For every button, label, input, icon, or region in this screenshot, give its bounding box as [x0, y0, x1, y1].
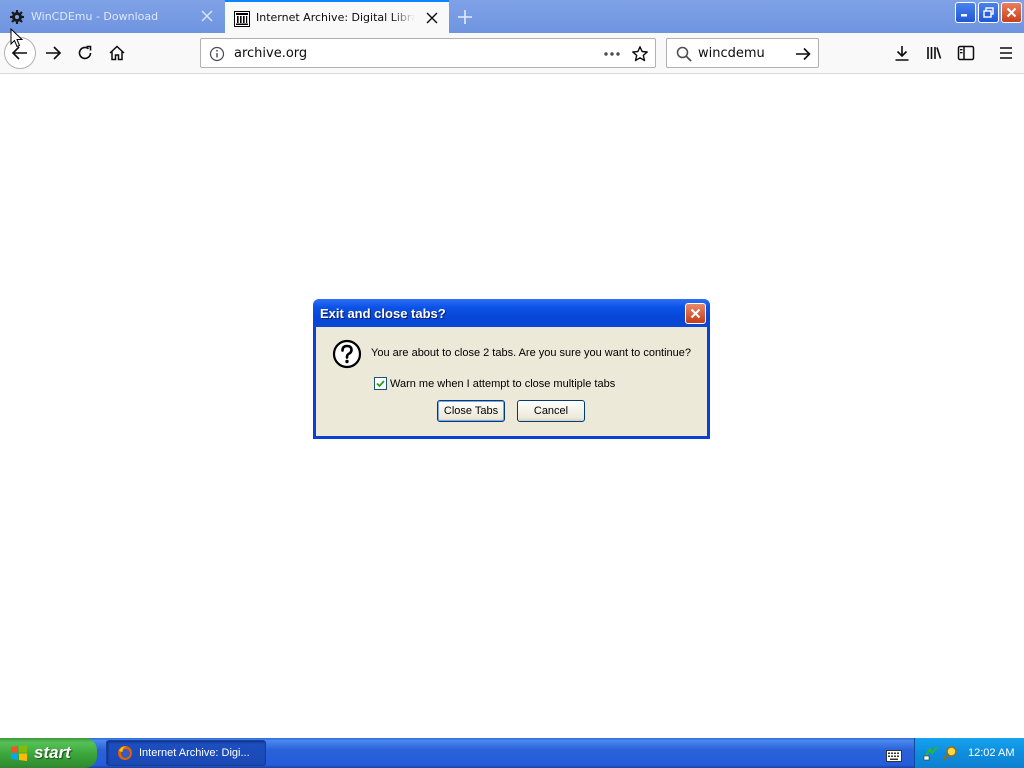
dialog-close-button[interactable] [685, 303, 706, 324]
search-tray-icon[interactable] [942, 745, 958, 761]
taskbar: start Internet Archive: Digi... 12:02 AM [0, 738, 1024, 768]
url-text[interactable]: archive.org [234, 46, 307, 61]
close-tabs-button[interactable]: Close Tabs [437, 400, 505, 422]
archive-building-icon [234, 11, 250, 27]
close-tab-icon[interactable] [200, 9, 214, 23]
home-button[interactable] [101, 37, 133, 69]
cancel-button[interactable]: Cancel [517, 400, 585, 422]
keyboard-icon[interactable] [886, 747, 902, 762]
reload-button[interactable] [69, 37, 101, 69]
system-tray: 12:02 AM [914, 738, 1024, 768]
window-controls [955, 2, 1022, 23]
close-tab-icon[interactable] [425, 11, 439, 25]
tab-title: WinCDEmu - Download [31, 10, 159, 23]
site-info-icon[interactable] [209, 46, 225, 62]
tab-title: Internet Archive: Digital Library of [256, 11, 415, 24]
dialog-titlebar[interactable]: Exit and close tabs? [313, 299, 710, 327]
downloads-icon[interactable] [893, 44, 911, 62]
forward-button[interactable] [37, 37, 69, 69]
search-input[interactable]: wincdemu [698, 46, 765, 61]
menu-hamburger-icon[interactable] [997, 44, 1015, 62]
start-button[interactable]: start [0, 738, 97, 768]
bookmark-star-icon[interactable] [631, 45, 649, 63]
checkmark-icon [376, 380, 385, 388]
minimize-button[interactable] [955, 2, 976, 23]
network-icon[interactable] [923, 745, 939, 761]
sidebar-icon[interactable] [957, 44, 975, 62]
taskbar-item-firefox[interactable]: Internet Archive: Digi... [106, 740, 266, 766]
warn-checkbox[interactable] [374, 377, 387, 390]
library-icon[interactable] [925, 44, 943, 62]
dialog-title: Exit and close tabs? [320, 306, 446, 321]
forward-arrow-icon [46, 46, 62, 60]
navigation-toolbar: archive.org wincdemu [0, 33, 1024, 74]
search-bar[interactable]: wincdemu [666, 38, 819, 68]
exit-confirm-dialog: Exit and close tabs? You are about to cl… [313, 299, 710, 439]
gear-icon [9, 9, 25, 25]
home-icon [109, 45, 125, 61]
tab-strip: WinCDEmu - Download Internet Archive: Di… [0, 0, 1024, 33]
dialog-body: You are about to close 2 tabs. Are you s… [316, 327, 707, 436]
search-go-arrow-icon[interactable] [794, 45, 812, 63]
warn-checkbox-label[interactable]: Warn me when I attempt to close multiple… [390, 378, 615, 390]
tab-internet-archive[interactable]: Internet Archive: Digital Library of [225, 0, 449, 33]
restore-button[interactable] [978, 2, 999, 23]
new-tab-icon[interactable] [456, 8, 474, 26]
start-label: start [34, 743, 71, 762]
firefox-icon [118, 746, 132, 760]
question-mark-icon [332, 339, 362, 369]
url-bar[interactable]: archive.org [200, 38, 656, 68]
windows-logo-icon [11, 745, 27, 761]
taskbar-item-label: Internet Archive: Digi... [139, 747, 250, 759]
mouse-cursor-icon [10, 28, 24, 48]
clock[interactable]: 12:02 AM [968, 747, 1014, 759]
window-close-button[interactable] [1001, 2, 1022, 23]
reload-icon [78, 45, 92, 60]
close-icon [690, 308, 701, 319]
search-icon [675, 45, 693, 63]
page-actions-icon[interactable] [603, 46, 621, 62]
tab-wincdemu[interactable]: WinCDEmu - Download [0, 0, 224, 33]
dialog-message: You are about to close 2 tabs. Are you s… [371, 347, 692, 359]
